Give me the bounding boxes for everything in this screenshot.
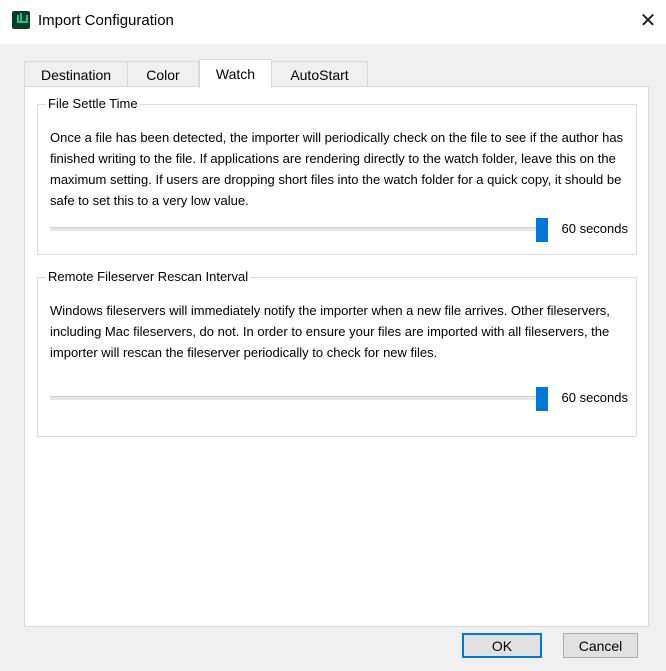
file-settle-time-group: File Settle Time Once a file has been de… — [37, 95, 637, 255]
file-settle-time-value: 60 seconds — [561, 221, 629, 236]
slider-track — [50, 227, 548, 231]
tab-destination[interactable]: Destination — [24, 61, 128, 87]
rescan-interval-description: Windows fileservers will immediately not… — [50, 303, 610, 360]
watch-tab-panel: File Settle Time Once a file has been de… — [24, 86, 649, 627]
close-button[interactable]: ✕ — [630, 0, 666, 40]
tab-autostart[interactable]: AutoStart — [271, 61, 368, 87]
file-settle-time-description: Once a file has been detected, the impor… — [50, 130, 624, 208]
window-title: Import Configuration — [38, 12, 174, 29]
title-bar: Import Configuration ✕ — [0, 0, 666, 44]
rescan-interval-legend: Remote Fileserver Rescan Interval — [46, 268, 251, 286]
app-logo-icon — [12, 11, 30, 29]
slider-thumb[interactable] — [536, 387, 548, 411]
file-settle-time-slider[interactable] — [50, 218, 548, 242]
rescan-interval-group: Remote Fileserver Rescan Interval Window… — [37, 268, 637, 437]
slider-track — [50, 396, 548, 400]
slider-thumb[interactable] — [536, 218, 548, 242]
ok-button[interactable]: OK — [462, 633, 542, 658]
cancel-button[interactable]: Cancel — [563, 633, 638, 658]
tab-watch[interactable]: Watch — [199, 59, 272, 88]
rescan-interval-slider[interactable] — [50, 387, 548, 411]
file-settle-time-legend: File Settle Time — [46, 95, 140, 113]
tab-color[interactable]: Color — [127, 61, 199, 87]
rescan-interval-value: 60 seconds — [561, 390, 629, 405]
